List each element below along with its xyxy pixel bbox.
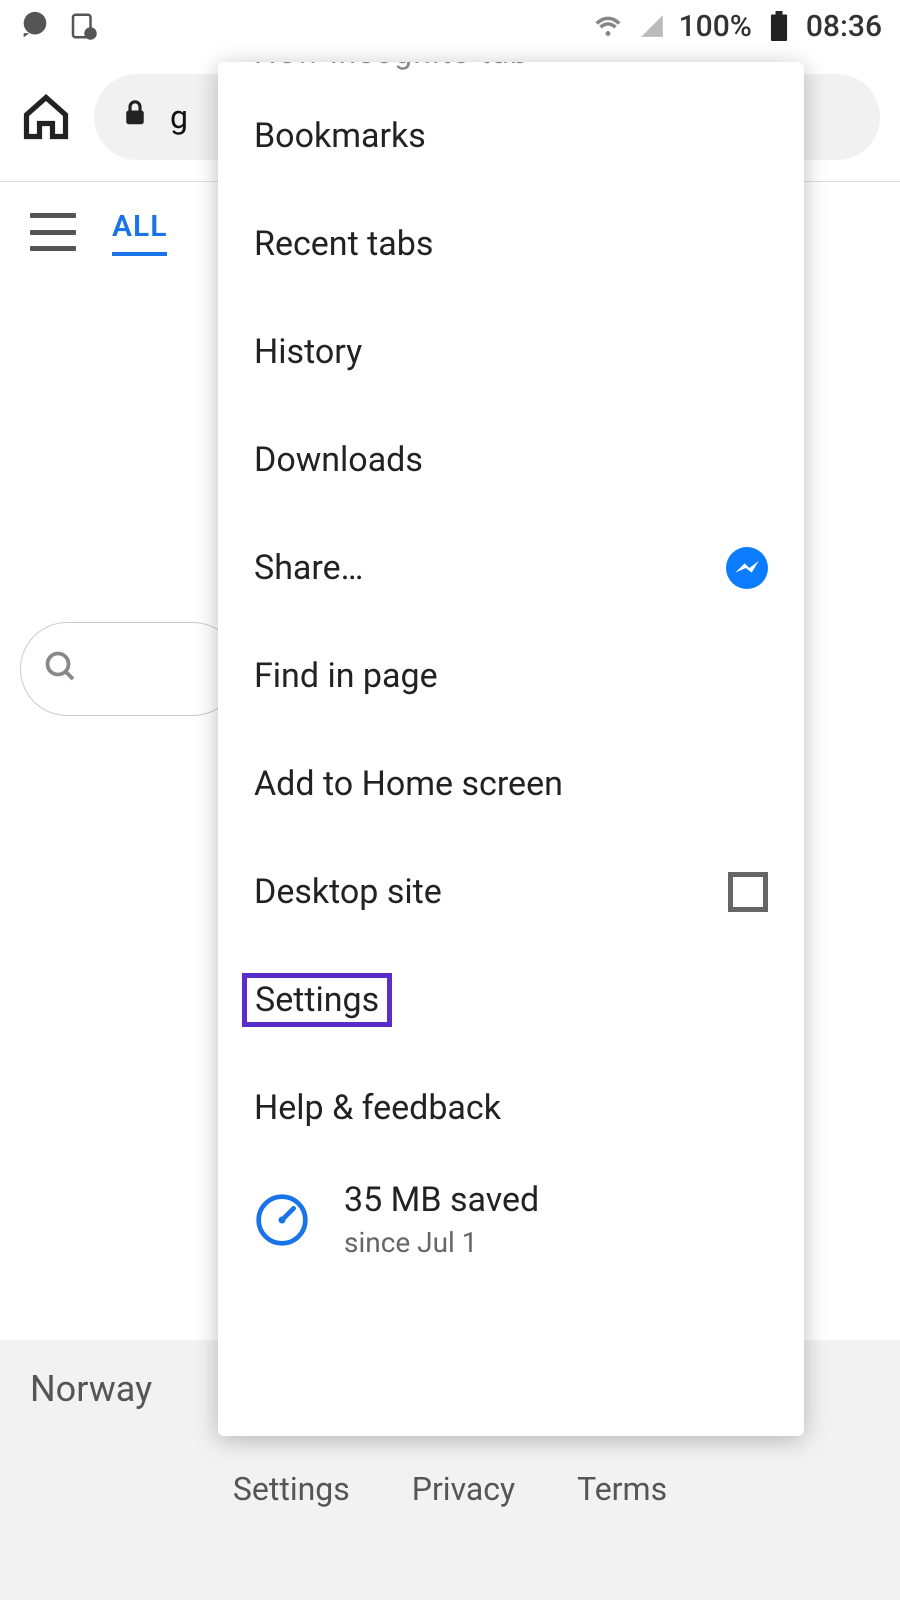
gauge-icon [254, 1192, 310, 1248]
url-text: g [170, 98, 188, 136]
battery-icon [762, 9, 796, 43]
footer-location: Norway [30, 1368, 152, 1410]
signal-icon [635, 9, 669, 43]
battery-pct: 100% [679, 9, 752, 44]
desktop-site-checkbox[interactable] [728, 872, 768, 912]
sync-icon [66, 9, 100, 43]
menu-data-saver[interactable]: 35 MB saved since Jul 1 [218, 1162, 804, 1259]
status-bar: 100% 08:36 [0, 0, 900, 52]
data-saved-amount: 35 MB saved [344, 1180, 539, 1220]
footer-terms-link[interactable]: Terms [577, 1470, 667, 1508]
tab-all[interactable]: ALL [112, 209, 167, 256]
overflow-menu: New incognito tab Bookmarks Recent tabs … [218, 62, 804, 1436]
menu-history[interactable]: History [218, 298, 804, 406]
menu-help[interactable]: Help & feedback [218, 1054, 804, 1162]
messenger-icon [726, 547, 768, 589]
settings-highlight: Settings [242, 973, 392, 1027]
menu-downloads[interactable]: Downloads [218, 406, 804, 514]
menu-add-home[interactable]: Add to Home screen [218, 730, 804, 838]
footer-settings-link[interactable]: Settings [233, 1470, 350, 1508]
clock-time: 08:36 [806, 9, 882, 44]
menu-new-incognito[interactable]: New incognito tab [218, 62, 804, 82]
menu-settings[interactable]: Settings [218, 946, 804, 1054]
search-box[interactable] [20, 622, 240, 716]
data-saved-since: since Jul 1 [344, 1226, 539, 1259]
menu-recent-tabs[interactable]: Recent tabs [218, 190, 804, 298]
menu-share[interactable]: Share… [218, 514, 804, 622]
menu-find-in-page[interactable]: Find in page [218, 622, 804, 730]
hamburger-icon[interactable] [30, 213, 76, 251]
home-icon[interactable] [20, 91, 72, 143]
lock-icon [120, 98, 150, 136]
footer-links: Settings Privacy Terms [0, 1470, 900, 1508]
menu-desktop-site[interactable]: Desktop site [218, 838, 804, 946]
wifi-icon [591, 9, 625, 43]
search-icon [43, 649, 79, 689]
menu-bookmarks[interactable]: Bookmarks [218, 82, 804, 190]
notification-icon [18, 9, 52, 43]
footer-privacy-link[interactable]: Privacy [412, 1470, 515, 1508]
